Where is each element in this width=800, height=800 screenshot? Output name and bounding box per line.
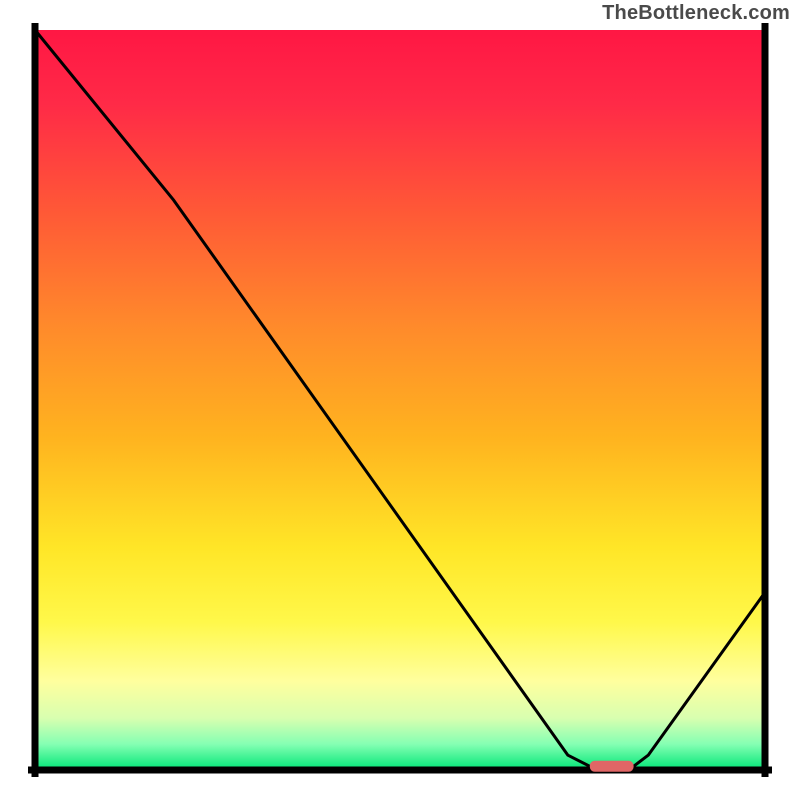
- chart-container: TheBottleneck.com: [0, 0, 800, 800]
- gradient-background: [35, 30, 765, 770]
- optimal-range-marker: [590, 761, 634, 772]
- watermark-text: TheBottleneck.com: [602, 2, 790, 25]
- bottleneck-chart: [0, 0, 800, 800]
